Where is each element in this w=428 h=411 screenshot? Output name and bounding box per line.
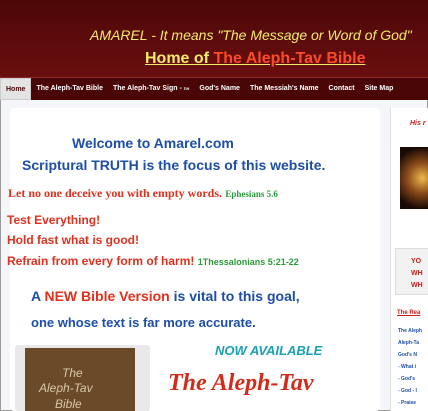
deceive-ref: Ephesians 5.6 [225,189,278,199]
refrain-ref: 1Thessalonians 5:21-22 [197,257,299,267]
site-tagline: AMAREL - It means "The Message or Word o… [90,27,412,43]
site-header: AMAREL - It means "The Message or Word o… [0,0,428,77]
test-line: Test Everything! [7,213,101,227]
nav-sign-hebrew: את [183,86,190,91]
sidebar-link-2[interactable]: Aleph-Ta [398,340,419,346]
now-available: NOW AVAILABLE [215,343,323,358]
sidebar-link-7[interactable]: - Praise [398,400,416,406]
sidebar-link-4[interactable]: - What i [398,364,416,370]
nav-bar: Home The Aleph-Tav Bible The Aleph-Tav S… [0,77,428,100]
deceive-text: Let no one deceive you with empty words. [8,186,222,200]
refrain-line: Refrain from every form of harm! 1Thessa… [7,254,299,268]
new-b: NEW Bible Version [44,288,170,304]
nav-item-aleph-tav-bible[interactable]: The Aleph-Tav Bible [31,78,108,100]
nav-item-messiahs-name[interactable]: The Messiah's Name [245,78,324,100]
refrain-text: Refrain from every form of harm! [7,254,195,268]
home-title-red: The Aleph-Tav Bible [213,50,366,67]
cover-line-3: Bible [55,397,82,411]
sidebar-top-text: His r [410,120,426,127]
welcome-heading: Welcome to Amarel.com [72,135,234,151]
aleph-tav-title: The Aleph-Tav [168,370,314,396]
sidebar-you: YO [411,258,422,265]
sidebar-image [400,147,428,209]
cover-line-1: The [62,366,83,380]
nav-item-aleph-tav-sign[interactable]: The Aleph-Tav Sign - את [108,78,194,100]
nav-item-contact[interactable]: Contact [324,78,360,100]
hold-line: Hold fast what is good! [7,233,139,247]
sidebar-wh-2: WH [411,282,423,289]
sidebar-link-3[interactable]: God's N [398,352,417,358]
cover-line-2: Aleph-Tav [39,381,93,395]
sidebar-link-5[interactable]: - God's [398,376,415,382]
new-c: is vital to this goal, [169,288,300,304]
sidebar-wh-1: WH [411,270,423,277]
accurate-line: one whose text is far more accurate. [31,315,256,330]
new-a: A [31,288,45,304]
nav-sign-label: The Aleph-Tav Sign - [112,85,182,92]
nav-item-site-map[interactable]: Site Map [360,78,399,100]
home-prefix: Home of [145,50,214,67]
nav-item-gods-name[interactable]: God's Name [194,78,245,100]
home-title-link[interactable]: Home of The Aleph-Tav Bible [145,50,365,68]
sidebar-link-6[interactable]: - God - I [398,388,417,394]
deceive-line: Let no one deceive you with empty words.… [8,186,278,201]
truth-line: Scriptural TRUTH is the focus of this we… [22,157,326,173]
new-version-line: A NEW Bible Version is vital to this goa… [31,288,300,304]
nav-item-home[interactable]: Home [0,78,32,100]
sidebar-link-1[interactable]: The Aleph [398,328,422,334]
sidebar-heading-link[interactable]: The Rea [397,310,420,316]
